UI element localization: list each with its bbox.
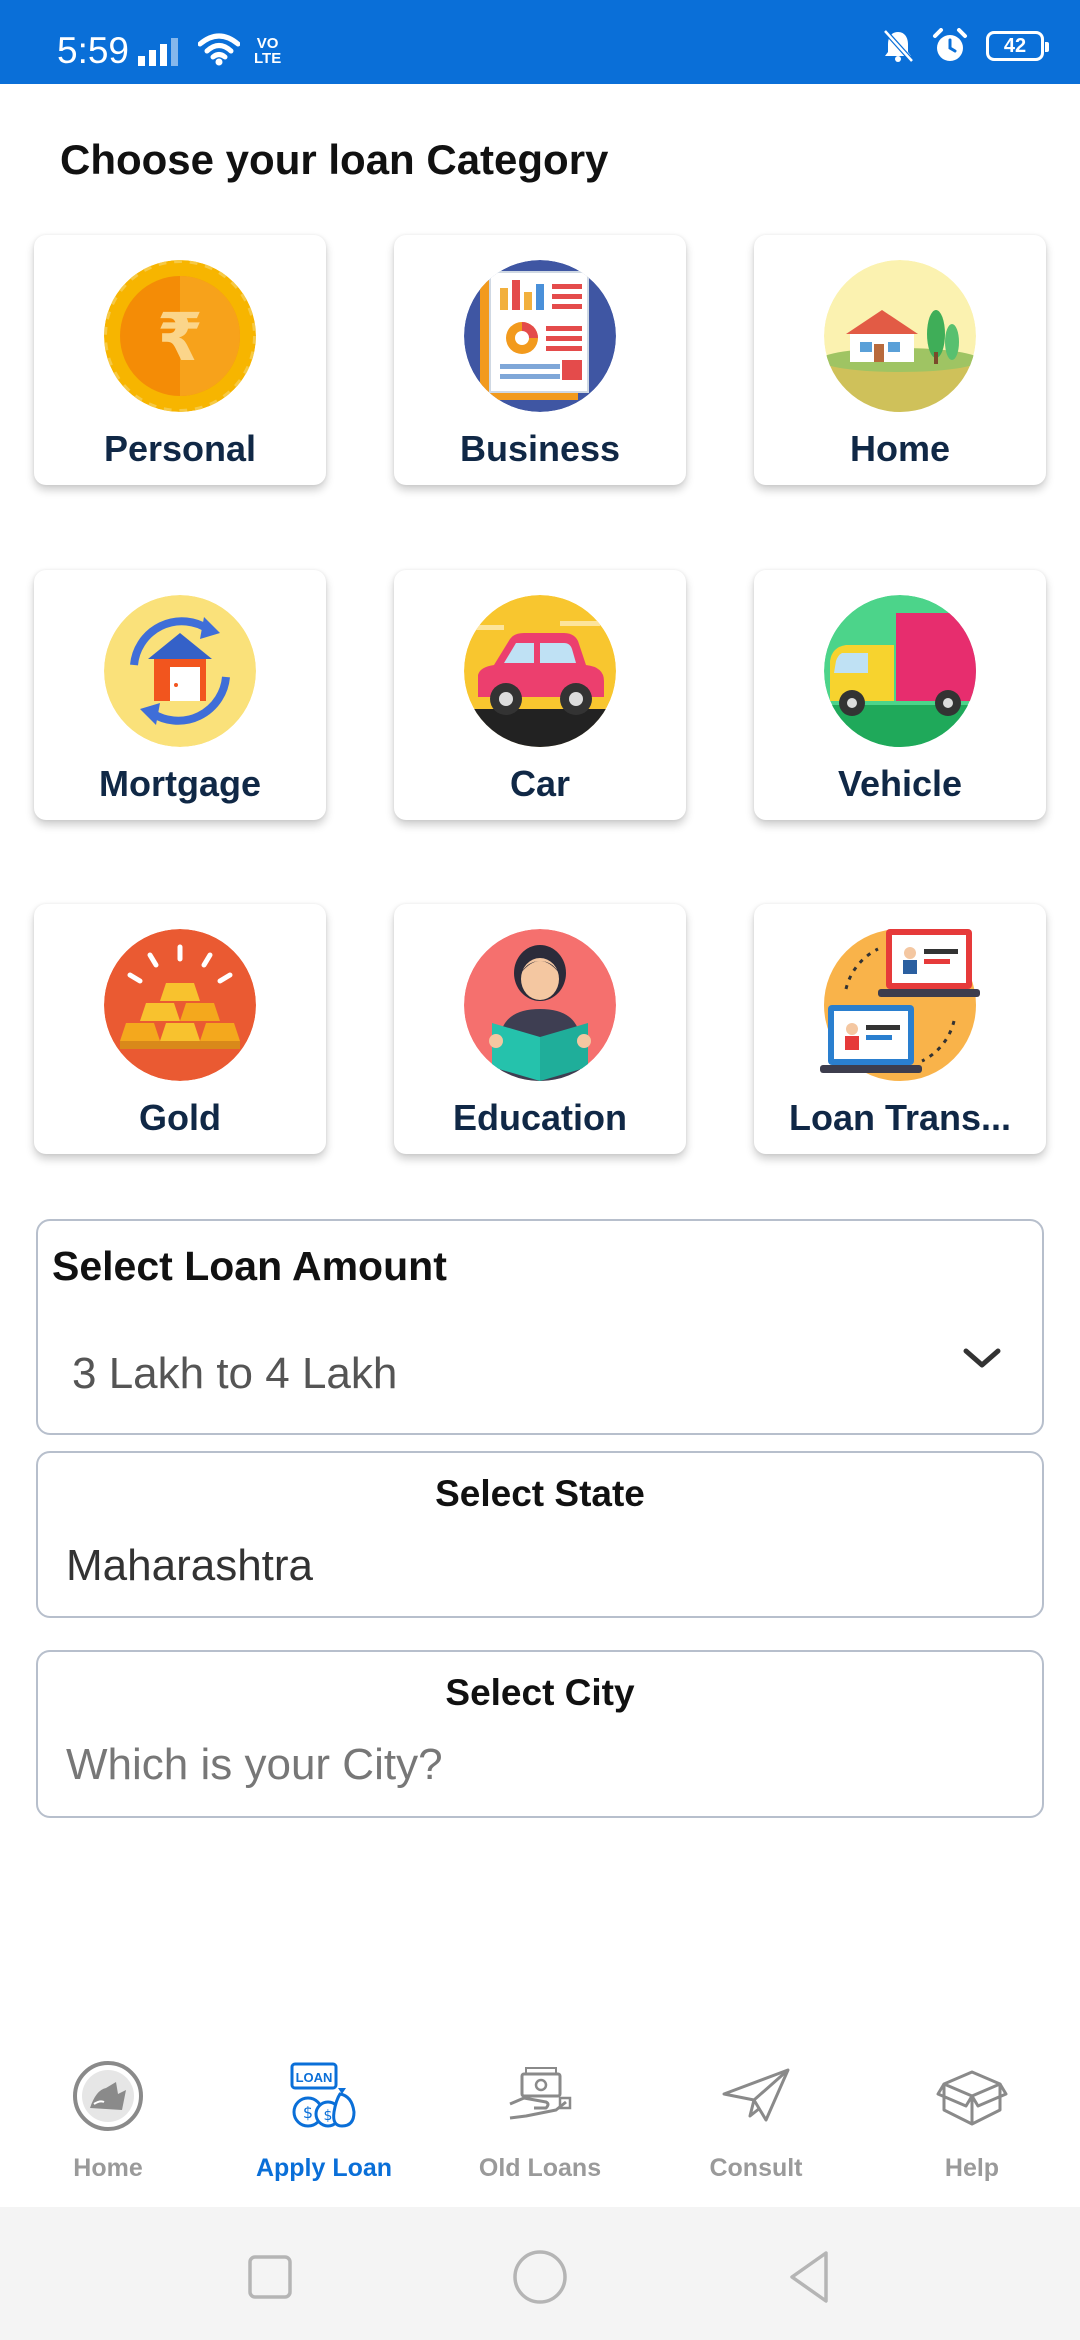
category-label: Education	[452, 1097, 627, 1138]
old-loans-icon	[509, 2067, 572, 2120]
category-card-personal[interactable]: ₹ Personal	[34, 235, 326, 485]
nav-item-apply-loan[interactable]: LOAN $ $ Apply Loan	[216, 2040, 432, 2205]
nav-label: Home	[73, 2154, 143, 2182]
volte-indicator: VO LTE	[254, 36, 281, 66]
battery-indicator: 42	[986, 31, 1049, 61]
system-navigation-bar	[0, 2207, 1080, 2340]
home-coin-icon	[73, 2061, 143, 2131]
nav-item-home[interactable]: Home	[0, 2040, 216, 2205]
state-field-label: Select State	[435, 1473, 645, 1514]
svg-text:$: $	[324, 2108, 333, 2124]
business-report-icon	[464, 260, 616, 412]
svg-text:$: $	[303, 2103, 313, 2122]
category-card-loan-transfer[interactable]: Loan Trans...	[754, 904, 1046, 1154]
category-label: Gold	[139, 1097, 221, 1138]
wifi-icon	[198, 33, 240, 66]
state-field[interactable]: Select State Maharashtra	[36, 1451, 1044, 1618]
back-triangle-icon[interactable]	[780, 2247, 840, 2307]
student-reading-icon	[464, 929, 616, 1081]
category-card-gold[interactable]: Gold	[34, 904, 326, 1154]
status-bar: 5:59 VO LTE 42	[0, 0, 1080, 84]
car-icon	[464, 595, 616, 747]
recent-apps-icon[interactable]	[240, 2247, 300, 2307]
volte-line2: LTE	[254, 50, 282, 67]
category-label: Business	[459, 428, 621, 469]
city-field-placeholder: Which is your City?	[66, 1740, 443, 1789]
svg-text:LOAN: LOAN	[296, 2070, 333, 2085]
nav-label: Consult	[709, 2154, 803, 2182]
category-label: Mortgage	[99, 763, 261, 804]
category-label: Loan Trans...	[788, 1097, 1012, 1138]
nav-label: Apply Loan	[255, 2154, 393, 2182]
city-field-label: Select City	[445, 1672, 635, 1713]
battery-level: 42	[1003, 34, 1027, 57]
home-circle-icon[interactable]	[510, 2247, 570, 2307]
nav-item-old-loans[interactable]: Old Loans	[432, 2040, 648, 2205]
state-field-value: Maharashtra	[66, 1541, 314, 1590]
category-card-education[interactable]: Education	[394, 904, 686, 1154]
category-card-home[interactable]: Home	[754, 235, 1046, 485]
rupee-coin-icon: ₹	[104, 260, 256, 412]
nav-item-consult[interactable]: Consult	[648, 2040, 864, 2205]
loan-amount-value: 3 Lakh to 4 Lakh	[72, 1349, 398, 1398]
category-card-car[interactable]: Car	[394, 570, 686, 820]
signal-icon	[138, 38, 178, 66]
status-time: 5:59	[57, 30, 130, 71]
mute-bell-icon	[883, 29, 914, 63]
svg-text:₹: ₹	[157, 299, 203, 376]
nav-label: Old Loans	[478, 2154, 602, 2182]
page-title: Choose your loan Category	[60, 136, 609, 183]
category-card-business[interactable]: Business	[394, 235, 686, 485]
bottom-navigation: Home LOAN $ $ Apply Loan Old Loans Consu…	[0, 2040, 1080, 2205]
category-label: Car	[509, 763, 571, 804]
category-label: Vehicle	[837, 763, 963, 804]
apply-loan-icon: LOAN $ $	[290, 2062, 356, 2128]
category-card-mortgage[interactable]: Mortgage	[34, 570, 326, 820]
house-icon	[824, 260, 976, 412]
category-card-vehicle[interactable]: Vehicle	[754, 570, 1046, 820]
chevron-down-icon	[963, 1348, 1001, 1368]
volte-line1: VO	[256, 35, 279, 52]
nav-label: Help	[944, 2154, 1000, 2182]
nav-item-help[interactable]: Help	[864, 2040, 1080, 2205]
truck-icon	[824, 595, 976, 747]
alarm-clock-icon	[933, 28, 967, 61]
city-field[interactable]: Select City Which is your City?	[36, 1650, 1044, 1818]
mortgage-house-icon	[104, 595, 256, 747]
loan-amount-select[interactable]: Select Loan Amount 3 Lakh to 4 Lakh	[36, 1219, 1044, 1435]
loan-transfer-icon	[820, 929, 980, 1081]
loan-amount-label: Select Loan Amount	[52, 1243, 447, 1289]
paper-plane-icon	[722, 2068, 790, 2122]
gold-bars-icon	[104, 929, 256, 1081]
category-label: Personal	[103, 428, 257, 469]
help-box-icon	[936, 2070, 1008, 2126]
category-label: Home	[849, 428, 951, 469]
